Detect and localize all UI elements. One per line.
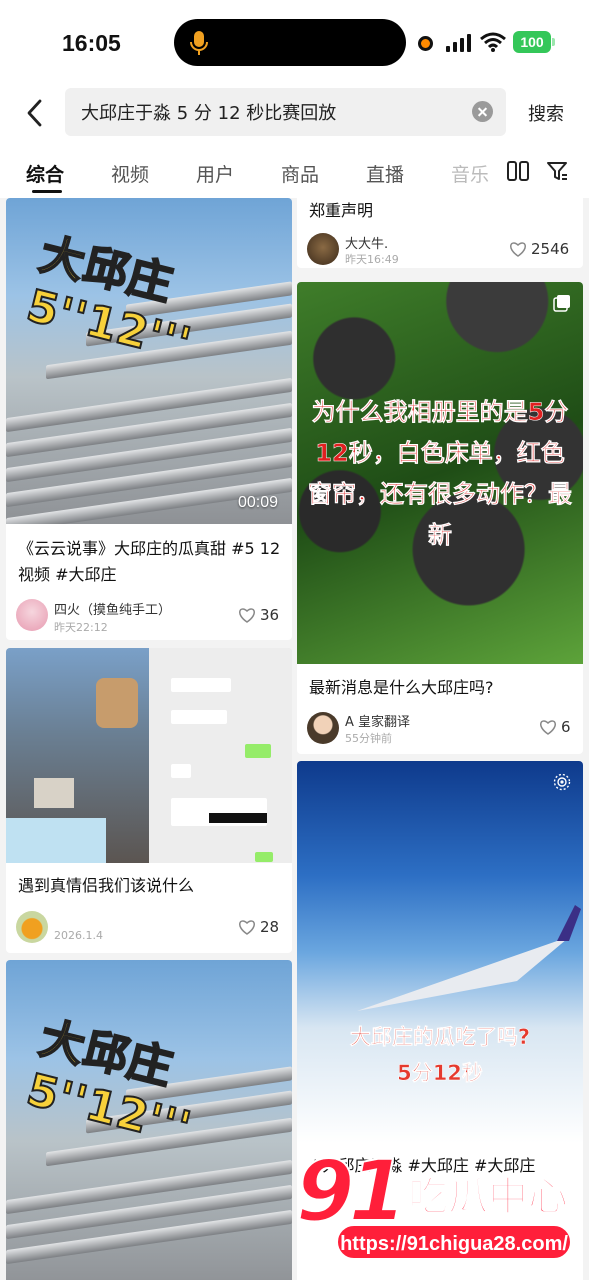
filter-icon[interactable] xyxy=(546,160,568,182)
card-title[interactable]: 《云云说事》大邱庄的瓜真甜 #5 12 视频 #大邱庄 xyxy=(18,536,284,588)
live-photo-icon xyxy=(553,773,571,791)
avatar[interactable] xyxy=(307,233,339,265)
tab-live[interactable]: 直播 xyxy=(366,160,404,187)
video-duration: 00:09 xyxy=(238,494,279,511)
thumbnail-overlay-line1: 大邱庄的瓜吃了吗? xyxy=(349,1025,531,1050)
category-tabs: 综合 视频 用户 商品 直播 音乐 xyxy=(0,144,589,198)
video-thumbnail[interactable]: 大邱庄5''12''' xyxy=(6,960,292,1280)
post-time: 昨天22:12 xyxy=(54,621,108,634)
image-thumbnail[interactable] xyxy=(6,648,292,863)
card-title[interactable]: #大邱庄于淼 #大邱庄 #大邱庄 xyxy=(309,1153,575,1179)
result-card-image[interactable]: 为什么我相册里的是5分12秒，白色床单，红色窗帘，还有很多动作？最新 最新消息是… xyxy=(297,282,583,754)
layout-toggle-icon[interactable] xyxy=(507,160,529,182)
card-title[interactable]: 遇到真情侣我们该说什么 xyxy=(18,873,284,899)
like-count[interactable]: 36 xyxy=(238,606,279,624)
thumbnail-overlay-line2: 5分12秒 xyxy=(397,1061,483,1086)
tab-comprehensive[interactable]: 综合 xyxy=(26,160,64,187)
result-card-video[interactable]: 大邱庄5''12''' xyxy=(6,960,292,1280)
result-card-image[interactable]: 遇到真情侣我们该说什么 2026.1.4 28 xyxy=(6,648,292,953)
avatar[interactable] xyxy=(16,911,48,943)
avatar[interactable] xyxy=(16,599,48,631)
tab-video[interactable]: 视频 xyxy=(111,160,149,187)
author-name[interactable]: 大大牛. xyxy=(345,233,388,252)
result-card-video[interactable]: 大邱庄5''12''' 00:09 《云云说事》大邱庄的瓜真甜 #5 12 视频… xyxy=(6,198,292,640)
tab-products[interactable]: 商品 xyxy=(281,160,319,187)
result-card-video[interactable]: 大邱庄的瓜吃了吗? 5分12秒 #大邱庄于淼 #大邱庄 #大邱庄 xyxy=(297,761,583,1280)
author-name[interactable]: 四火（摸鱼纯手工） xyxy=(54,599,171,618)
tab-music[interactable]: 音乐 xyxy=(451,160,491,187)
tab-users[interactable]: 用户 xyxy=(196,160,234,187)
dynamic-island xyxy=(174,19,406,66)
search-button[interactable]: 搜索 xyxy=(528,100,564,126)
battery-indicator: 100 xyxy=(513,31,555,53)
post-time: 55分钟前 xyxy=(345,732,392,745)
wifi-icon xyxy=(480,32,506,52)
like-count[interactable]: 6 xyxy=(539,718,571,736)
heart-icon[interactable] xyxy=(238,919,256,935)
search-input[interactable]: 大邱庄于淼 5 分 12 秒比赛回放 xyxy=(65,88,506,136)
card-title[interactable]: 最新消息是什么大邱庄吗? xyxy=(309,675,575,701)
like-count[interactable]: 28 xyxy=(238,918,279,936)
active-tab-indicator xyxy=(32,190,62,193)
heart-icon[interactable] xyxy=(539,719,557,735)
search-header: 大邱庄于淼 5 分 12 秒比赛回放 搜索 xyxy=(0,88,589,144)
card-title[interactable]: 郑重声明 xyxy=(309,198,575,224)
heart-icon[interactable] xyxy=(238,607,256,623)
post-time: 昨天16:49 xyxy=(345,253,399,266)
thumbnail-overlay-text: 为什么我相册里的是5分12秒，白色床单，红色窗帘，还有很多动作？最新 xyxy=(308,398,573,550)
search-results-feed: 大邱庄5''12''' 00:09 《云云说事》大邱庄的瓜真甜 #5 12 视频… xyxy=(0,198,589,1280)
post-time: 2026.1.4 xyxy=(54,929,103,942)
microphone-icon xyxy=(190,31,208,55)
avatar[interactable] xyxy=(307,712,339,744)
status-time: 16:05 xyxy=(62,30,121,56)
video-thumbnail[interactable]: 大邱庄的瓜吃了吗? 5分12秒 xyxy=(297,761,583,1143)
back-arrow-icon[interactable] xyxy=(22,98,48,128)
recording-indicator-icon xyxy=(418,36,433,51)
cellular-signal-icon xyxy=(446,34,471,52)
heart-icon[interactable] xyxy=(509,241,527,257)
search-query-text[interactable]: 大邱庄于淼 5 分 12 秒比赛回放 xyxy=(81,99,336,125)
image-thumbnail[interactable]: 为什么我相册里的是5分12秒，白色床单，红色窗帘，还有很多动作？最新 xyxy=(297,282,583,664)
clear-search-icon[interactable] xyxy=(472,101,493,122)
author-name[interactable]: A 皇家翻译 xyxy=(345,711,410,730)
result-card[interactable]: 郑重声明 大大牛. 昨天16:49 2546 xyxy=(297,198,583,268)
like-count[interactable]: 2546 xyxy=(509,240,569,258)
video-thumbnail[interactable]: 大邱庄5''12''' 00:09 xyxy=(6,198,292,524)
airplane-wing xyxy=(357,905,581,1011)
status-bar: 16:05 100 xyxy=(0,0,589,88)
gallery-icon xyxy=(553,295,570,312)
